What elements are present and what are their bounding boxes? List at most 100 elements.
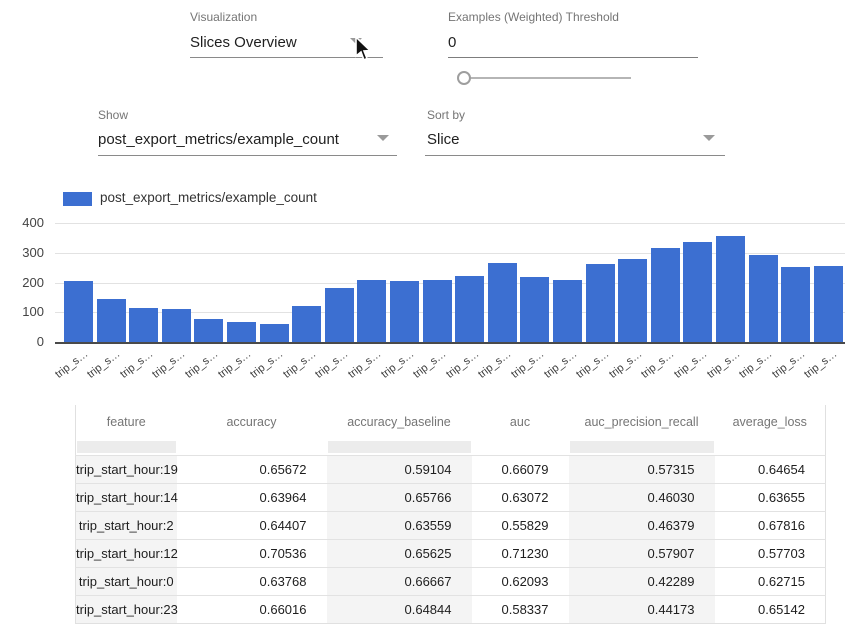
filter-cell[interactable] (569, 439, 715, 456)
metric-cell: 0.55829 (472, 512, 569, 540)
bar[interactable] (260, 324, 289, 342)
threshold-input[interactable]: 0 (448, 34, 698, 51)
bar[interactable] (781, 267, 810, 342)
metric-cell: 0.63655 (715, 484, 826, 512)
column-header-feature[interactable]: feature (76, 405, 177, 439)
bar[interactable] (716, 236, 745, 342)
metric-cell: 0.57703 (715, 540, 826, 568)
metrics-table: featureaccuracyaccuracy_baselineaucauc_p… (75, 405, 826, 624)
visualization-label: Visualization (190, 10, 383, 24)
dropdown-caret-icon[interactable] (377, 135, 389, 141)
visualization-underline (190, 57, 383, 58)
column-header-accuracy_baseline[interactable]: accuracy_baseline (327, 405, 472, 439)
y-axis-tick-label: 200 (2, 275, 44, 290)
metric-cell: 0.57315 (569, 456, 715, 484)
metric-cell: 0.63559 (327, 512, 472, 540)
metric-cell: 0.64654 (715, 456, 826, 484)
metric-cell: 0.63964 (177, 484, 327, 512)
metric-cell: 0.46379 (569, 512, 715, 540)
metric-cell: 0.64407 (177, 512, 327, 540)
metric-cell: 0.63768 (177, 568, 327, 596)
sort-by-value[interactable]: Slice (427, 131, 725, 148)
bar[interactable] (520, 277, 549, 342)
metric-cell: 0.62715 (715, 568, 826, 596)
sort-by-dropdown[interactable]: Sort by Slice (425, 108, 725, 156)
table-row: trip_start_hour:230.660160.648440.583370… (76, 596, 826, 624)
metric-cell: 0.44173 (569, 596, 715, 624)
bar[interactable] (129, 308, 158, 342)
metric-cell: 0.58337 (472, 596, 569, 624)
metric-cell: 0.64844 (327, 596, 472, 624)
bar[interactable] (455, 276, 484, 342)
show-value[interactable]: post_export_metrics/example_count (98, 131, 397, 148)
metric-cell: 0.57907 (569, 540, 715, 568)
sort-by-underline (425, 155, 725, 156)
bar[interactable] (586, 264, 615, 342)
table-row: trip_start_hour:140.639640.657660.630720… (76, 484, 826, 512)
bar[interactable] (64, 281, 93, 342)
bar[interactable] (683, 242, 712, 342)
table-row: trip_start_hour:20.644070.635590.558290.… (76, 512, 826, 540)
feature-cell: trip_start_hour:23 (76, 596, 177, 624)
metric-cell: 0.59104 (327, 456, 472, 484)
bar[interactable] (162, 309, 191, 342)
show-dropdown[interactable]: Show post_export_metrics/example_count (98, 108, 397, 156)
column-header-accuracy[interactable]: accuracy (177, 405, 327, 439)
legend-label: post_export_metrics/example_count (100, 190, 317, 205)
metric-cell: 0.66079 (472, 456, 569, 484)
threshold-field[interactable]: Examples (Weighted) Threshold 0 (448, 10, 698, 58)
bar[interactable] (423, 280, 452, 342)
visualization-dropdown[interactable]: Visualization Slices Overview (190, 10, 383, 58)
bar[interactable] (651, 248, 680, 342)
bar[interactable] (97, 299, 126, 342)
show-label: Show (98, 108, 397, 122)
y-axis-tick-label: 300 (2, 245, 44, 260)
metric-cell: 0.67816 (715, 512, 826, 540)
filter-cell[interactable] (177, 439, 327, 456)
column-header-auc[interactable]: auc (472, 405, 569, 439)
bar[interactable] (227, 322, 256, 342)
metric-cell: 0.42289 (569, 568, 715, 596)
bar[interactable] (325, 288, 354, 342)
metric-cell: 0.63072 (472, 484, 569, 512)
y-axis-tick-label: 100 (2, 304, 44, 319)
bar[interactable] (194, 319, 223, 342)
bar[interactable] (814, 266, 843, 342)
feature-cell: trip_start_hour:19 (76, 456, 177, 484)
feature-cell: trip_start_hour:12 (76, 540, 177, 568)
dropdown-caret-icon[interactable] (703, 135, 715, 141)
bar[interactable] (553, 280, 582, 342)
threshold-slider-handle[interactable] (457, 71, 471, 85)
metric-cell: 0.46030 (569, 484, 715, 512)
bar[interactable] (357, 280, 386, 342)
filter-cell[interactable] (715, 439, 826, 456)
threshold-label: Examples (Weighted) Threshold (448, 10, 698, 24)
dropdown-caret-icon[interactable] (350, 38, 362, 44)
bar[interactable] (749, 255, 778, 342)
gridline (55, 223, 845, 224)
show-underline (98, 155, 397, 156)
column-header-auc_precision_recall[interactable]: auc_precision_recall (569, 405, 715, 439)
column-header-average_loss[interactable]: average_loss (715, 405, 826, 439)
metric-cell: 0.71230 (472, 540, 569, 568)
threshold-slider-track[interactable] (464, 77, 631, 79)
metric-cell: 0.66016 (177, 596, 327, 624)
slices-bar-chart: post_export_metrics/example_count 400 300… (0, 185, 863, 405)
bar[interactable] (390, 281, 419, 342)
bar[interactable] (292, 306, 321, 342)
y-axis-tick-label: 0 (2, 334, 44, 349)
y-axis-tick-label: 400 (2, 215, 44, 230)
table-row: trip_start_hour:120.705360.656250.712300… (76, 540, 826, 568)
feature-cell: trip_start_hour:2 (76, 512, 177, 540)
filter-cell[interactable] (327, 439, 472, 456)
bar[interactable] (618, 259, 647, 342)
metric-cell: 0.65625 (327, 540, 472, 568)
filter-cell[interactable] (472, 439, 569, 456)
table-filter-row (76, 439, 826, 456)
metric-cell: 0.65672 (177, 456, 327, 484)
bar[interactable] (488, 263, 517, 342)
table-header-row: featureaccuracyaccuracy_baselineaucauc_p… (76, 405, 826, 439)
filter-cell[interactable] (76, 439, 177, 456)
table-row: trip_start_hour:00.637680.666670.620930.… (76, 568, 826, 596)
sort-by-label: Sort by (427, 108, 725, 122)
